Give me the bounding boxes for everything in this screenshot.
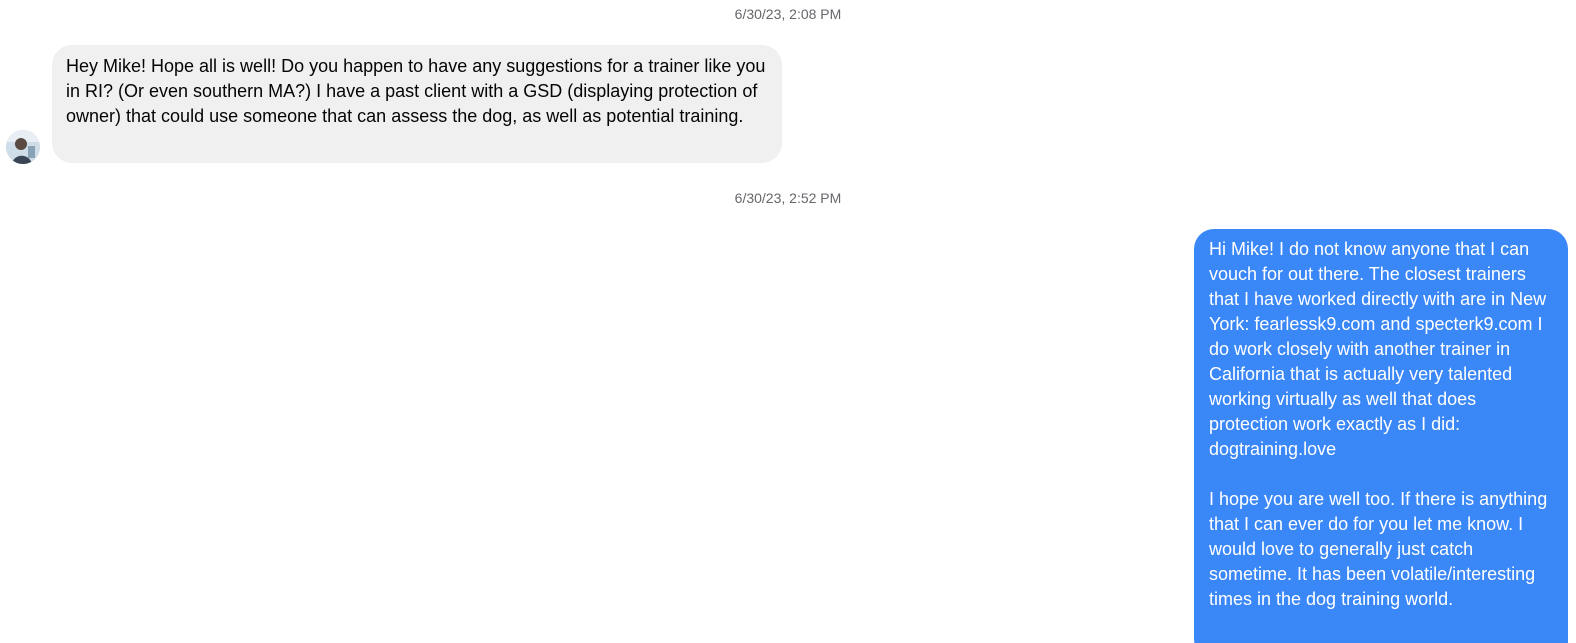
message-timestamp: 6/30/23, 2:08 PM [734,6,842,22]
message-thread: 6/30/23, 2:08 PM Hey Mike! Hope all is w… [0,0,1576,643]
incoming-message-bubble[interactable]: Hey Mike! Hope all is well! Do you happe… [52,45,782,163]
avatar[interactable] [6,130,40,164]
outgoing-message-bubble[interactable]: Hi Mike! I do not know anyone that I can… [1194,229,1568,643]
profile-photo-icon [6,130,40,164]
message-timestamp: 6/30/23, 2:52 PM [734,190,842,206]
